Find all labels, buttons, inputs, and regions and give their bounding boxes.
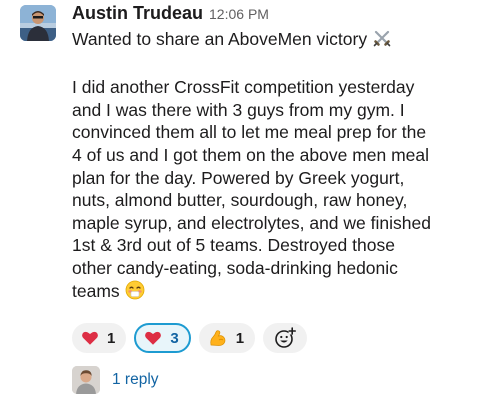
- message-line: nuts, almond butter, sourdough, raw hone…: [72, 190, 408, 211]
- reactions-bar: 1 3 1: [72, 323, 308, 353]
- replier-avatar[interactable]: [72, 366, 100, 394]
- red-heart-icon: [145, 331, 162, 345]
- reaction-count: 1: [107, 329, 116, 347]
- flexed-biceps-icon: [210, 330, 226, 346]
- add-reaction-icon: [275, 327, 297, 348]
- message-body: Wanted to share an AboveMen victory I di…: [72, 28, 484, 305]
- author-name[interactable]: Austin Trudeau: [72, 3, 203, 24]
- crossed-swords-icon: [372, 28, 392, 54]
- message-line: 1st & 3rd out of 5 teams. Destroyed thos…: [72, 235, 395, 256]
- message-line: I did another CrossFit competition yeste…: [72, 77, 415, 98]
- blushing-face-icon: [125, 280, 145, 306]
- add-reaction-button[interactable]: [263, 323, 308, 353]
- message-line: Wanted to share an AboveMen victory: [72, 28, 484, 54]
- thread-reply-link[interactable]: 1 reply: [112, 371, 159, 389]
- red-heart-icon: [82, 331, 98, 345]
- message: Austin Trudeau 12:06 PM Wanted to share …: [0, 0, 489, 401]
- thread-summary[interactable]: 1 reply: [72, 366, 159, 394]
- message-line: maple syrup, and electrolytes, and we fi…: [72, 212, 431, 233]
- reaction-flexed-biceps[interactable]: 1: [198, 323, 256, 353]
- message-content: Austin Trudeau 12:06 PM Wanted to share …: [72, 3, 484, 305]
- reaction-heart[interactable]: 1: [72, 323, 127, 353]
- message-line: other candy-eating, soda-drinking hedoni…: [72, 257, 398, 278]
- replier-avatar-photo-icon: [72, 366, 100, 394]
- message-line: 4 of us and I got them on the above men …: [72, 144, 430, 165]
- user-avatar-photo-icon: [20, 5, 56, 41]
- author-avatar[interactable]: [20, 5, 56, 41]
- message-header: Austin Trudeau 12:06 PM: [72, 3, 484, 24]
- reaction-heart-selected[interactable]: 3: [134, 323, 191, 353]
- message-line: and I was there with 3 guys from my gym.…: [72, 99, 405, 120]
- message-timestamp[interactable]: 12:06 PM: [209, 6, 269, 22]
- message-line: teams: [72, 280, 484, 306]
- message-line: plan for the day. Powered by Greek yogur…: [72, 167, 405, 188]
- reaction-count: 3: [170, 329, 179, 347]
- reaction-count: 1: [235, 329, 245, 347]
- message-line-blank: [72, 54, 484, 77]
- message-line: convinced them all to let me meal prep f…: [72, 122, 427, 143]
